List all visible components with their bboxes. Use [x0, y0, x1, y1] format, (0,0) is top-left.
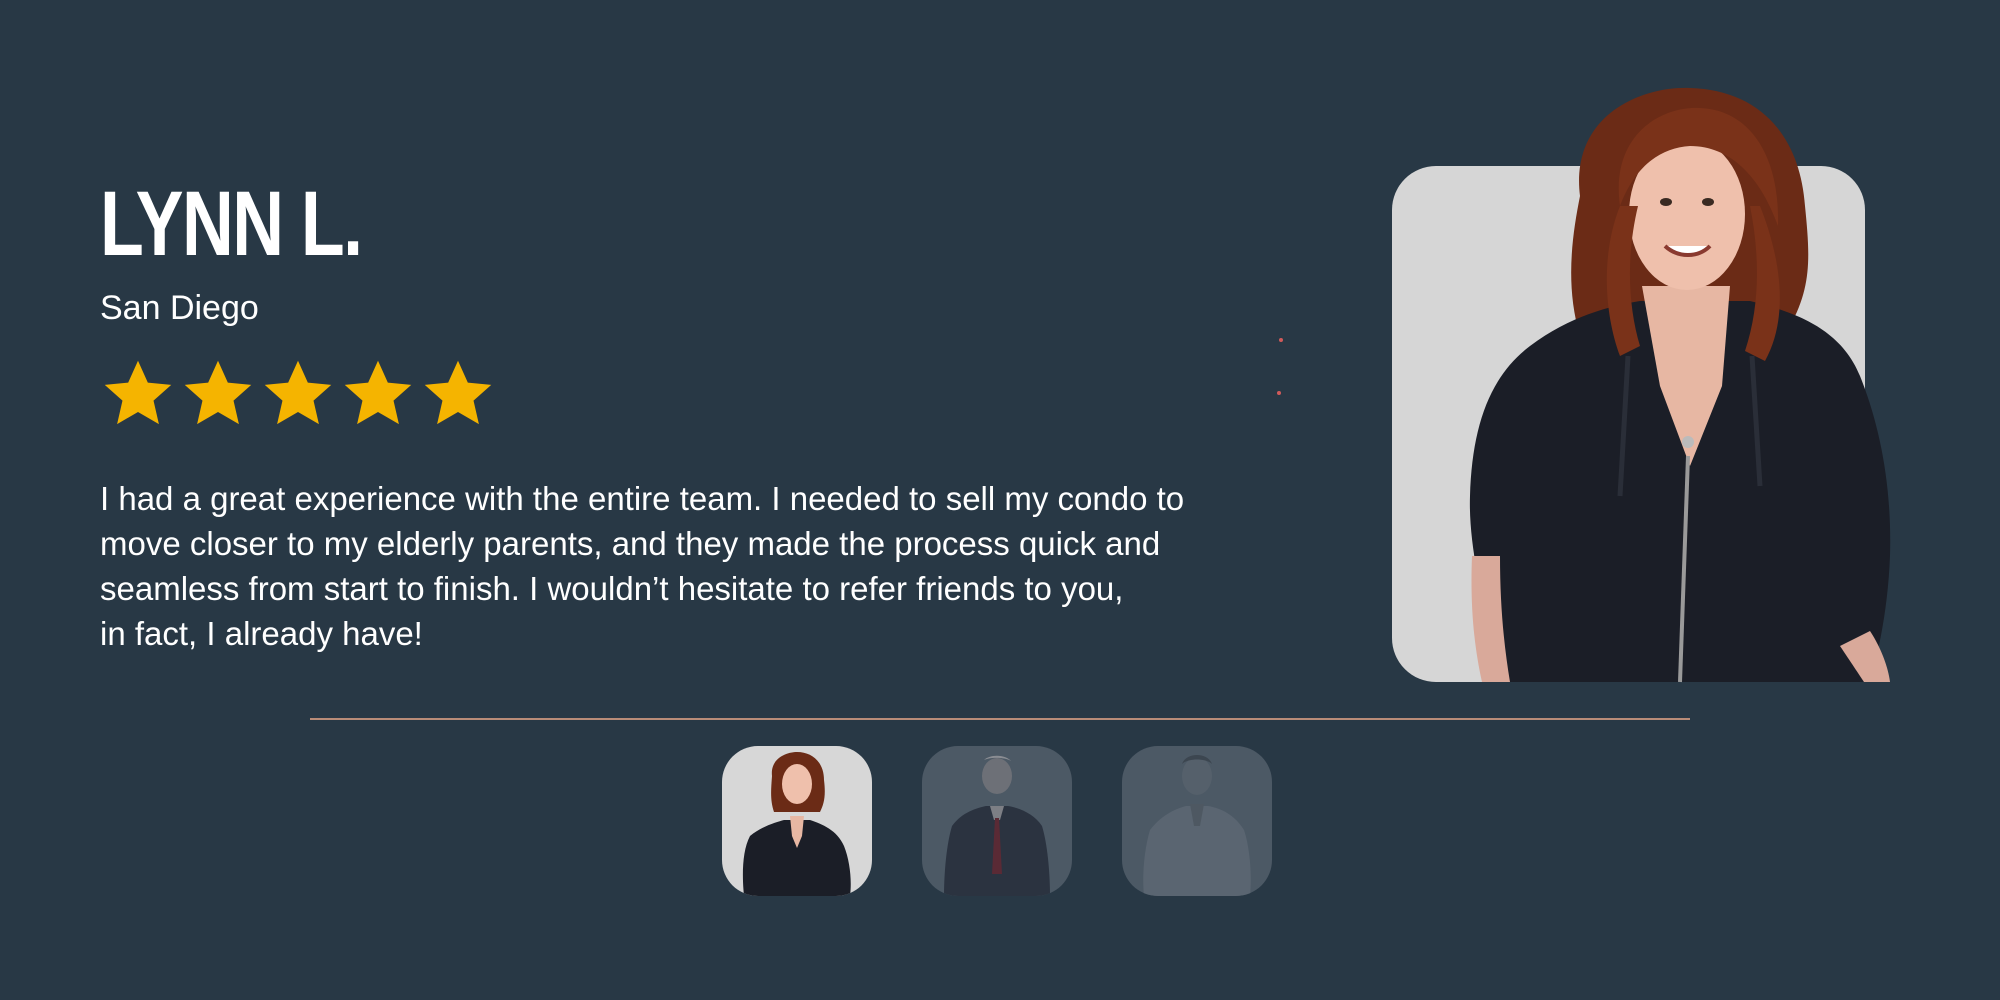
star-icon: [180, 356, 256, 432]
divider-line: [310, 718, 1690, 720]
quote-line: seamless from start to finish. I wouldn’…: [100, 570, 1124, 607]
reviewer-location: San Diego: [100, 289, 259, 327]
quote-line: in fact, I already have!: [100, 615, 423, 652]
thumbnail-lynn[interactable]: [722, 746, 872, 896]
reviewer-photo: [1469, 87, 1891, 683]
quote-line: I had a great experience with the entire…: [100, 480, 1185, 517]
star-icon: [420, 356, 496, 432]
thumbnail-man-suit[interactable]: [922, 746, 1072, 896]
thumbnail-man-white-shirt[interactable]: [1122, 746, 1272, 896]
quote-line: move closer to my elderly parents, and t…: [100, 525, 1161, 562]
testimonial-thumbnails: [722, 746, 1272, 896]
decorative-dot: [1279, 338, 1283, 342]
star-rating: [100, 356, 496, 432]
testimonial-quote: I had a great experience with the entire…: [100, 476, 1280, 656]
star-icon: [260, 356, 336, 432]
reviewer-name: LYNN L.: [100, 173, 363, 275]
decorative-dot: [1277, 391, 1281, 395]
star-icon: [340, 356, 416, 432]
star-icon: [100, 356, 176, 432]
